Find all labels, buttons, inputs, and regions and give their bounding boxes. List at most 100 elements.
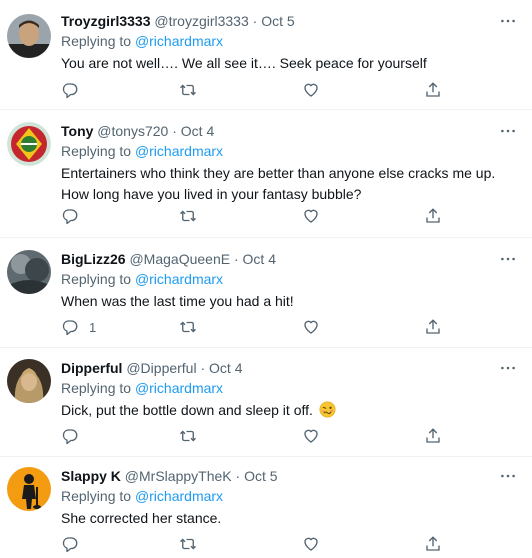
tweet-date[interactable]: Oct 4 <box>209 360 242 376</box>
tweet-header: Dipperful @Dipperful · Oct 4 <box>61 359 524 377</box>
tweet-date[interactable]: Oct 4 <box>181 123 214 139</box>
replying-to-label: Replying to <box>61 271 135 287</box>
share-icon <box>426 208 440 223</box>
like-icon <box>304 429 318 443</box>
tweet-header: BigLizz26 @MagaQueenE · Oct 4 <box>61 250 524 268</box>
replying-to: Replying to @richardmarx <box>61 487 524 505</box>
reply-button[interactable] <box>61 206 79 226</box>
share-button[interactable] <box>424 317 442 337</box>
like-button[interactable] <box>302 80 320 100</box>
reply-button[interactable] <box>61 534 79 554</box>
more-icon[interactable] <box>498 12 518 30</box>
reply-button[interactable] <box>61 426 79 446</box>
tweet[interactable]: BigLizz26 @MagaQueenE · Oct 4 Replying t… <box>0 238 532 348</box>
tweet[interactable]: Tony @tonys720 · Oct 4 Replying to @rich… <box>0 110 532 238</box>
user-handle[interactable]: @MrSlappyTheK <box>125 468 232 484</box>
like-button[interactable] <box>302 426 320 446</box>
retweet-button[interactable] <box>179 80 197 100</box>
tweet[interactable]: Troyzgirl3333 @troyzgirl3333 · Oct 5 Rep… <box>0 0 532 110</box>
replying-to-label: Replying to <box>61 380 135 396</box>
more-icon[interactable] <box>498 359 518 377</box>
reply-icon <box>62 209 78 225</box>
reply-icon <box>62 83 78 99</box>
tweet-text-row: Dick, put the bottle down and sleep it o… <box>61 400 524 424</box>
mention-link[interactable]: @richardmarx <box>135 143 223 159</box>
retweet-icon <box>180 84 196 96</box>
replying-to: Replying to @richardmarx <box>61 142 524 160</box>
reply-icon <box>62 537 78 553</box>
avatar[interactable] <box>7 250 51 294</box>
user-handle[interactable]: @Dipperful <box>126 360 196 376</box>
like-icon <box>304 537 318 551</box>
reply-count: 1 <box>89 319 97 335</box>
like-icon <box>304 320 318 334</box>
replying-to-label: Replying to <box>61 33 135 49</box>
tweet-header: Slappy K @MrSlappyTheK · Oct 5 <box>61 467 524 485</box>
display-name[interactable]: Troyzgirl3333 <box>61 13 151 29</box>
tweet-text: You are not well…. We all see it…. Seek … <box>61 55 427 71</box>
retweet-button[interactable] <box>179 317 197 337</box>
tweet[interactable]: Dipperful @Dipperful · Oct 4 Replying to… <box>0 348 532 457</box>
retweet-icon <box>180 210 196 222</box>
reply-button[interactable] <box>61 80 79 100</box>
replying-to: Replying to @richardmarx <box>61 379 524 397</box>
tweet-date[interactable]: Oct 5 <box>244 468 277 484</box>
share-icon <box>426 82 440 97</box>
retweet-button[interactable] <box>179 206 197 226</box>
replying-to: Replying to @richardmarx <box>61 270 524 288</box>
display-name[interactable]: Slappy K <box>61 468 121 484</box>
user-handle[interactable]: @tonys720 <box>97 123 168 139</box>
share-icon <box>426 428 440 443</box>
retweet-button[interactable] <box>179 426 197 446</box>
retweet-icon <box>180 430 196 442</box>
share-button[interactable] <box>424 80 442 100</box>
reply-button[interactable]: 1 <box>61 317 96 337</box>
reply-icon <box>62 320 78 336</box>
like-button[interactable] <box>302 317 320 337</box>
user-handle[interactable]: @MagaQueenE <box>129 251 230 267</box>
share-button[interactable] <box>424 426 442 446</box>
user-handle[interactable]: @troyzgirl3333 <box>154 13 248 29</box>
share-button[interactable] <box>424 206 442 226</box>
retweet-icon <box>180 321 196 333</box>
tweet-text: Dick, put the bottle down and sleep it o… <box>61 402 313 418</box>
separator: · <box>233 251 239 267</box>
like-icon <box>304 83 318 97</box>
tweet-date[interactable]: Oct 4 <box>243 251 276 267</box>
share-icon <box>426 319 440 334</box>
reply-icon <box>62 429 78 445</box>
separator: · <box>235 468 241 484</box>
like-button[interactable] <box>302 206 320 226</box>
more-icon[interactable] <box>498 250 518 268</box>
mention-link[interactable]: @richardmarx <box>135 488 223 504</box>
more-icon[interactable] <box>498 467 518 485</box>
display-name[interactable]: BigLizz26 <box>61 251 126 267</box>
avatar[interactable] <box>7 122 51 166</box>
like-button[interactable] <box>302 534 320 554</box>
more-icon[interactable] <box>498 122 518 140</box>
retweet-button[interactable] <box>179 534 197 554</box>
tweet[interactable]: Slappy K @MrSlappyTheK · Oct 5 Replying … <box>0 457 532 558</box>
tweet-text: Entertainers who think they are better t… <box>61 165 496 202</box>
replying-to-label: Replying to <box>61 488 135 504</box>
mention-link[interactable]: @richardmarx <box>135 380 223 396</box>
mention-link[interactable]: @richardmarx <box>135 271 223 287</box>
display-name[interactable]: Tony <box>61 123 93 139</box>
woozy-face-emoji <box>319 401 336 424</box>
tweet-header: Troyzgirl3333 @troyzgirl3333 · Oct 5 <box>61 12 524 30</box>
avatar[interactable] <box>7 14 51 58</box>
separator: · <box>172 123 177 139</box>
tweet-text: When was the last time you had a hit! <box>61 293 294 309</box>
separator: · <box>200 360 206 376</box>
replying-to-label: Replying to <box>61 143 135 159</box>
tweet-text: She corrected her stance. <box>61 510 222 526</box>
share-button[interactable] <box>424 534 442 554</box>
tweet-date[interactable]: Oct 5 <box>261 13 294 29</box>
avatar[interactable] <box>7 467 51 511</box>
like-icon <box>304 209 318 223</box>
display-name[interactable]: Dipperful <box>61 360 122 376</box>
separator: · <box>252 13 258 29</box>
mention-link[interactable]: @richardmarx <box>135 33 223 49</box>
tweet-header: Tony @tonys720 · Oct 4 <box>61 122 524 140</box>
avatar[interactable] <box>7 359 51 403</box>
